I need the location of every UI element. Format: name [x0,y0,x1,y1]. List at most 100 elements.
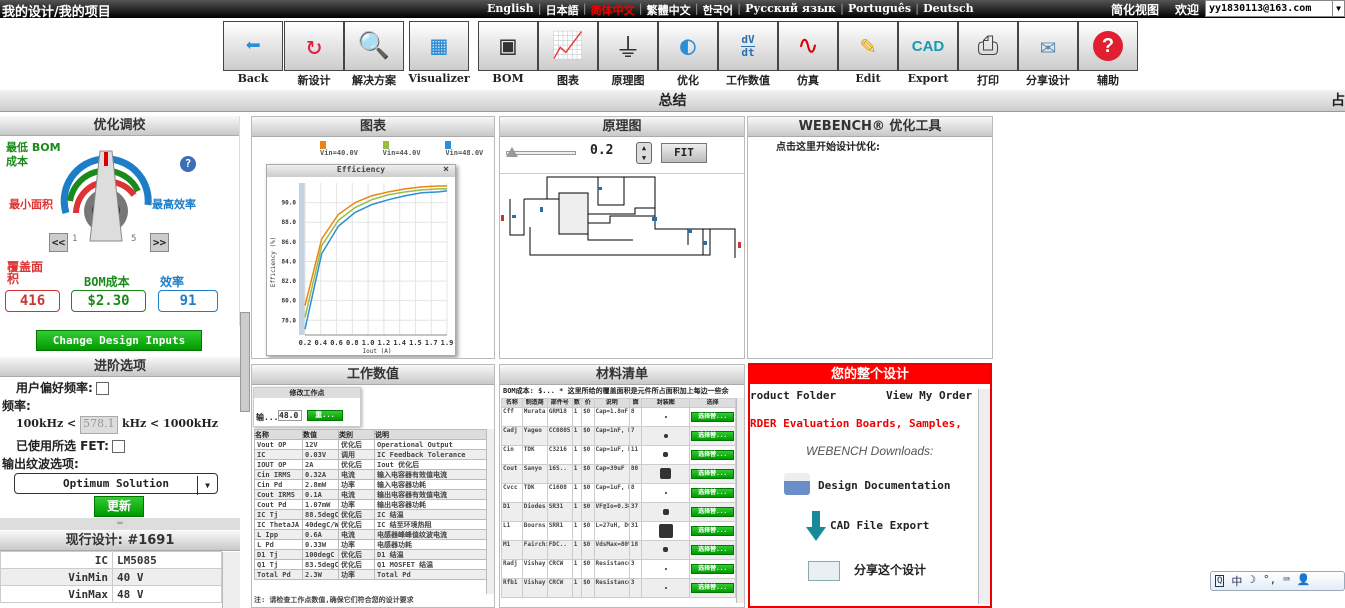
ripple-option-select[interactable]: Optimum Solution ▼ [14,473,218,495]
column-header[interactable]: 部件号 [546,398,573,408]
toolbar-button-edit-pencil[interactable]: ✎ [838,21,898,71]
toolbar-button-printer[interactable]: ⎙ [958,21,1018,71]
select-alternate-button[interactable]: 选择替... [691,469,734,479]
select-alternate-button[interactable]: 选择替... [691,450,734,460]
column-header[interactable]: 说明 [374,429,487,440]
toolbar-button-magnifier-chip[interactable]: 🔍 [344,21,404,71]
select-alternate-button[interactable]: 选择替... [691,583,734,593]
scrollbar[interactable] [736,398,744,603]
select-alternate-button[interactable]: 选择替... [691,564,734,574]
chart-panel: 图表 Vin=40.0V Vin=44.0V Vin=48.0V Efficienc… [251,116,495,359]
legend-item[interactable]: Vin=48.0V [445,141,494,157]
select-alternate-button[interactable]: 选择替... [691,488,734,498]
column-header[interactable]: 名称 [501,398,523,408]
column-header[interactable]: 数 [571,398,583,408]
ime-item[interactable]: 👤 [1297,573,1311,589]
language-option[interactable]: Русский язык [745,2,836,18]
language-option[interactable]: 日本語 [546,2,579,18]
select-alternate-button[interactable]: 选择替... [691,526,734,536]
fit-button[interactable]: FIT [661,143,707,163]
optimization-knob[interactable]: 1 5 [58,143,154,253]
toolbar-button-back-arrow[interactable]: ⬅ [223,21,283,71]
share-design-link[interactable]: 分享这个设计 [854,561,926,578]
column-header[interactable]: 数值 [302,429,339,440]
language-option[interactable]: Deutsch [923,2,974,18]
cad-file-export-link[interactable]: CAD File Export [830,519,929,532]
start-optimization-link[interactable]: 点击这里开始设计优化: [776,138,880,153]
decrease-button[interactable]: << [49,233,68,252]
language-option[interactable]: 繁體中文 [647,2,691,18]
column-header[interactable]: 面 [628,398,643,408]
legend-item[interactable]: Vin=40.0V [320,141,369,157]
order-eval-boards-link[interactable]: RDER Evaluation Boards, Samples, [750,417,962,430]
zoom-stepper[interactable]: ▲ ▼ [636,142,652,164]
scrollbar[interactable] [486,429,494,594]
column-header[interactable]: 价 [581,398,595,408]
close-icon[interactable]: × [443,164,449,175]
toolbar-label[interactable]: 辅助 [1073,72,1143,88]
ime-item[interactable]: ☽ [1249,573,1256,589]
ime-logo-icon[interactable]: Q [1215,575,1225,587]
language-option[interactable]: English [487,2,534,18]
toolbar-button-sine-wave[interactable]: ∿ [778,21,838,71]
select-alternate-button[interactable]: 选择替... [691,545,734,555]
view-my-order-link[interactable]: View My Order [886,389,972,402]
column-header[interactable]: 名称 [254,429,303,440]
scrollbar[interactable] [222,552,240,608]
legend-item[interactable]: Vin=44.0V [382,141,432,157]
toolbar-label[interactable]: Back [218,72,288,85]
update-button[interactable]: 更新 [94,496,144,517]
ime-item[interactable]: ⌨ [1283,573,1290,589]
product-folder-link[interactable]: roduct Folder [750,389,836,402]
breadcrumb-my-designs[interactable]: 我的设计/我的项目 [2,1,111,20]
ime-item[interactable]: °, [1263,573,1276,589]
column-header[interactable]: 选择 [689,398,736,408]
toolbar-button-dvdt[interactable]: dV dt [718,21,778,71]
toolbar-button-share[interactable]: ✉ [1018,21,1078,71]
select-alternate-button[interactable]: 选择替... [691,412,734,422]
footprint-image [641,578,691,598]
zoom-slider-thumb[interactable] [506,147,518,157]
toolbar-button-schematic[interactable]: ⏚ [598,21,658,71]
increase-button[interactable]: >> [150,233,169,252]
scrollbar[interactable] [978,389,990,604]
toolbar-button-chart[interactable]: 📈 [538,21,598,71]
toolbar-button-knob[interactable]: ◐ [658,21,718,71]
change-design-inputs-button[interactable]: Change Design Inputs [36,330,202,351]
help-icon[interactable]: ? [180,156,196,172]
toolbar-label[interactable]: Visualizer [404,72,474,85]
toolbar-button-help[interactable]: ? [1078,21,1138,71]
design-documentation-link[interactable]: Design Documentation [818,479,950,492]
cell: D1 [501,502,523,522]
toolbar-button-refresh[interactable]: ↻ [284,21,344,71]
working-values-table: 名称 数值 类别 说明 Vout OP 12V 优化后 Operational Output I… [254,429,487,580]
language-option[interactable]: 한국어 [703,2,733,18]
select-alternate-button[interactable]: 选择替... [691,507,734,517]
preferred-frequency-checkbox[interactable] [95,382,109,395]
simplified-view-link[interactable]: 简化视图 [1111,1,1159,18]
schematic-diagram[interactable] [500,175,744,265]
select-alternate-button[interactable]: 选择替... [691,431,734,441]
toolbar-button-cad-export[interactable]: CAD [898,21,958,71]
column-header[interactable]: 制造商 [521,398,548,408]
collapse-sidebar-handle[interactable] [240,312,250,412]
column-header[interactable]: 说明 [593,398,630,408]
toolbar-button-visualizer[interactable]: ▦ [409,21,469,71]
cell: M1 [501,540,523,560]
operating-point-input[interactable]: 48.0 [278,410,302,421]
column-header[interactable]: 封装图 [641,398,691,408]
toolbar-button-components[interactable]: ▣ [478,21,538,71]
column-header[interactable]: 类别 [338,429,375,440]
frequency-input[interactable]: 578.1 [80,416,119,434]
user-account-dropdown[interactable]: yy1830113@163.com ▼ [1205,0,1345,17]
use-fet-checkbox[interactable] [111,440,125,453]
resize-handle[interactable]: ═ [0,518,240,530]
language-option[interactable]: Português [848,2,911,18]
toolbar-label[interactable]: 解决方案 [339,72,409,88]
panel-title: 您的整个设计 [750,365,990,384]
cell: 输入电容器功耗 [374,479,487,490]
cell: Resistance=1.08K Ohm [593,559,630,579]
operating-point-apply-button[interactable]: 重... [307,410,343,421]
ime-item[interactable]: 中 [1231,573,1242,589]
language-option[interactable]: 简体中文 [591,2,635,18]
